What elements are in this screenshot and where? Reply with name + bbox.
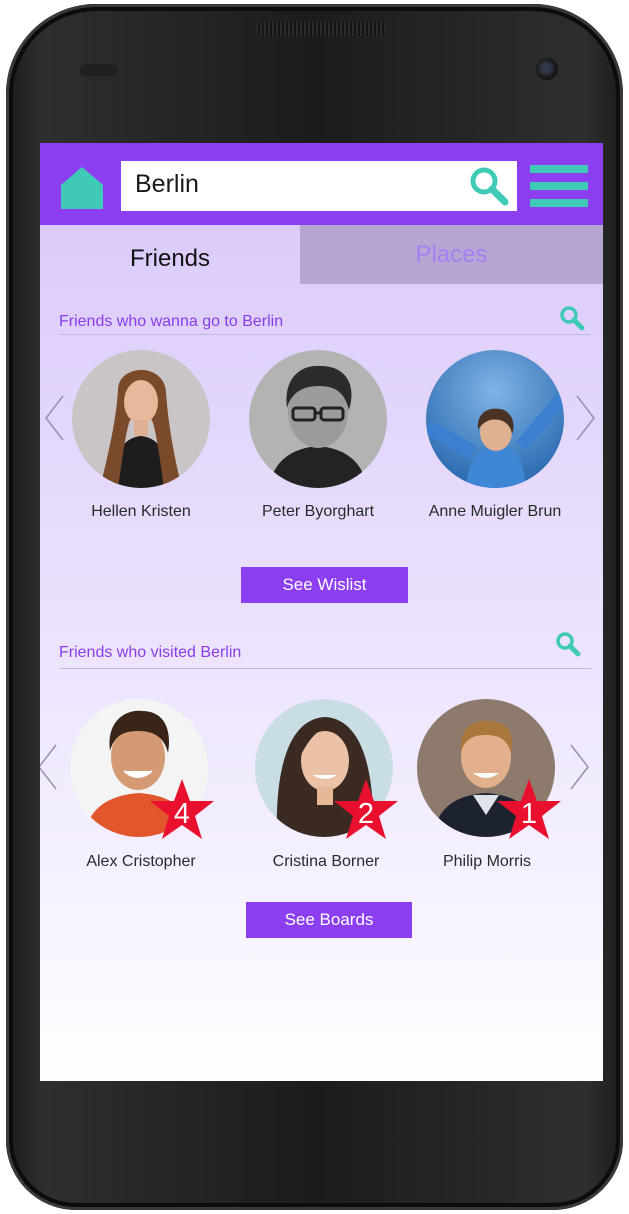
rank-badge: 1 <box>520 797 538 830</box>
earpiece-speaker <box>256 22 386 36</box>
home-icon[interactable] <box>60 165 104 209</box>
chevron-right-icon[interactable] <box>573 394 597 442</box>
friend-name: Alex Cristopher <box>86 853 196 870</box>
see-wishlist-button[interactable]: See Wislist <box>241 567 408 603</box>
chevron-left-icon[interactable] <box>40 743 60 791</box>
search-input[interactable]: Berlin <box>121 161 517 211</box>
app-screen: Berlin Friends Places Friends who wanna … <box>40 143 603 1081</box>
tab-places[interactable]: Places <box>300 225 603 284</box>
friend-avatar[interactable] <box>249 350 387 488</box>
front-camera <box>536 58 558 80</box>
friend-name: Anne Muigler Brun <box>428 503 562 520</box>
section-divider <box>59 668 591 669</box>
friend-name: Peter Byorghart <box>261 503 375 520</box>
search-icon[interactable] <box>469 166 509 206</box>
wishlist-section-title: Friends who wanna go to Berlin <box>59 313 284 330</box>
search-input-value: Berlin <box>135 170 199 198</box>
rank-badge: 2 <box>357 797 375 830</box>
see-boards-button[interactable]: See Boards <box>246 902 412 938</box>
proximity-sensor <box>80 64 118 76</box>
top-bar: Berlin <box>40 143 603 225</box>
chevron-left-icon[interactable] <box>43 394 67 442</box>
friend-name: Philip Morris <box>442 853 531 870</box>
search-icon[interactable] <box>559 305 585 331</box>
tab-friends[interactable]: Friends <box>40 225 300 284</box>
friend-avatar[interactable] <box>426 350 564 488</box>
friend-avatar[interactable] <box>72 350 210 488</box>
section-divider <box>59 334 591 335</box>
rank-badge: 4 <box>173 797 191 830</box>
search-icon[interactable] <box>555 631 581 657</box>
hamburger-menu-icon[interactable] <box>530 165 588 207</box>
visited-section-title: Friends who visited Berlin <box>59 644 242 661</box>
friend-name: Cristina Borner <box>272 853 380 870</box>
chevron-right-icon[interactable] <box>567 743 591 791</box>
friend-name: Hellen Kristen <box>91 503 191 520</box>
